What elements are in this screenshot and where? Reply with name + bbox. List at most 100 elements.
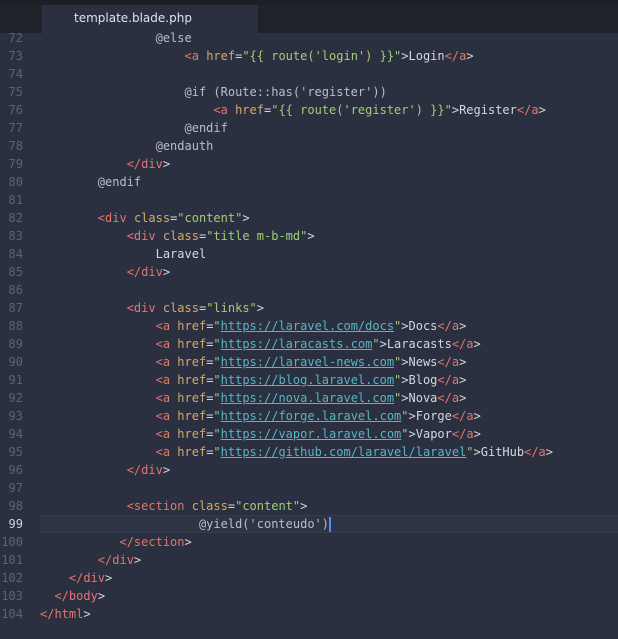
token-str: "content"	[235, 499, 301, 513]
token-tag: </a	[451, 337, 474, 351]
code-line[interactable]: 81	[0, 191, 618, 209]
token-attr: href	[177, 319, 207, 333]
line-code: <a href="https://vapor.laravel.com">Vapo…	[40, 425, 481, 443]
line-number: 73	[8, 49, 23, 63]
token-text: >	[256, 301, 265, 315]
token-url[interactable]: https://forge.laravel.com	[221, 409, 402, 423]
token-tag: </a	[451, 427, 474, 441]
code-line[interactable]: 86	[0, 281, 618, 299]
code-line[interactable]: 72 @else	[0, 29, 618, 47]
token-text: >	[459, 391, 467, 405]
token-text: >Register	[451, 103, 517, 117]
token-url[interactable]: https://blog.laravel.com	[221, 373, 394, 387]
line-number: 90	[8, 355, 23, 369]
token-str: "{{ route('login') }}"	[242, 49, 402, 63]
token-attr: href	[177, 427, 207, 441]
token-text: >Blog	[401, 373, 438, 387]
token-text: >	[133, 553, 142, 567]
code-line[interactable]: 76 <a href="{{ route('register') }}">Reg…	[0, 101, 618, 119]
line-code: @endif	[40, 119, 228, 137]
code-line[interactable]: 95 <a href="https://github.com/laravel/l…	[0, 443, 618, 461]
code-line[interactable]: 88 <a href="https://laravel.com/docs">Do…	[0, 317, 618, 335]
text-cursor	[329, 517, 331, 532]
token-text: >Forge	[408, 409, 452, 423]
token-url[interactable]: https://github.com/laravel/laravel	[221, 445, 467, 459]
token-url[interactable]: https://laravel.com/docs	[221, 319, 394, 333]
line-code: <a href="https://nova.laravel.com">Nova<…	[40, 389, 467, 407]
token-tag: <div	[97, 211, 127, 225]
code-line[interactable]: 100 </section>	[0, 533, 618, 551]
code-line[interactable]: 89 <a href="https://laracasts.com">Larac…	[0, 335, 618, 353]
line-code: <div class="title m-b-md">	[40, 227, 315, 245]
code-line[interactable]: 91 <a href="https://blog.laravel.com">Bl…	[0, 371, 618, 389]
line-number: 84	[8, 247, 23, 261]
token-tag: </a	[516, 103, 539, 117]
code-line[interactable]: 85 </div>	[0, 263, 618, 281]
code-line[interactable]: 90 <a href="https://laravel-news.com">Ne…	[0, 353, 618, 371]
code-line[interactable]: 98 <section class="content">	[0, 497, 618, 515]
line-number: 83	[8, 229, 23, 243]
code-line[interactable]: 82 <div class="content">	[0, 209, 618, 227]
token-attr: href	[177, 337, 207, 351]
token-text: >GitHub	[473, 445, 525, 459]
code-line[interactable]: 93 <a href="https://forge.laravel.com">F…	[0, 407, 618, 425]
token-attr: href	[177, 355, 207, 369]
code-line[interactable]: 73 <a href="{{ route('login') }}">Login<…	[0, 47, 618, 65]
token-str: "	[213, 337, 221, 351]
token-text: >	[300, 499, 308, 513]
token-url[interactable]: https://laravel-news.com	[221, 355, 394, 369]
code-line[interactable]: 102 </div>	[0, 569, 618, 587]
code-line[interactable]: 78 @endauth	[0, 137, 618, 155]
code-line[interactable]: 80 @endif	[0, 173, 618, 191]
line-number: 100	[1, 535, 23, 549]
code-line[interactable]: 79 </div>	[0, 155, 618, 173]
code-line[interactable]: 84 Laravel	[0, 245, 618, 263]
code-line[interactable]: 103 </body>	[0, 587, 618, 605]
code-line[interactable]: 83 <div class="title m-b-md">	[0, 227, 618, 245]
line-code: <div class="links">	[40, 299, 264, 317]
line-code: <a href="https://laravel-news.com">News<…	[40, 353, 467, 371]
code-line[interactable]: 74	[0, 65, 618, 83]
code-line[interactable]: 101 </div>	[0, 551, 618, 569]
line-code: <section class="content">	[40, 497, 308, 515]
token-str: "{{ route('register') }}"	[271, 103, 452, 117]
line-code: @yield('conteudo')	[40, 515, 331, 533]
token-tag: <a	[184, 49, 199, 63]
token-tag: </html	[40, 607, 84, 621]
code-line[interactable]: 87 <div class="links">	[0, 299, 618, 317]
token-url[interactable]: https://laracasts.com	[221, 337, 373, 351]
code-line[interactable]: 75 @if (Route::has('register'))	[0, 83, 618, 101]
line-code: <a href="https://github.com/laravel/lara…	[40, 443, 553, 461]
code-line-current[interactable]: 99 @yield('conteudo')	[0, 515, 618, 533]
token-tag: </a	[524, 445, 546, 459]
code-line[interactable]: 77 @endif	[0, 119, 618, 137]
token-url[interactable]: https://vapor.laravel.com	[221, 427, 402, 441]
token-tag: </body	[54, 589, 98, 603]
token-url[interactable]: https://nova.laravel.com	[221, 391, 394, 405]
code-line[interactable]: 96 </div>	[0, 461, 618, 479]
code-line[interactable]: 104 </html>	[0, 605, 618, 623]
token-text: >	[466, 49, 474, 63]
token-text: >	[473, 427, 481, 441]
code-line[interactable]: 92 <a href="https://nova.laravel.com">No…	[0, 389, 618, 407]
token-str: "	[401, 409, 409, 423]
code-line[interactable]: 94 <a href="https://vapor.laravel.com">V…	[0, 425, 618, 443]
code-line[interactable]: 97	[0, 479, 618, 497]
line-number: 102	[1, 571, 23, 585]
code-editor[interactable]: 72 @else 73 <a href = "{{ route('login') }}…	[0, 29, 618, 639]
token-str: "content"	[177, 211, 243, 225]
token-str: "	[213, 373, 221, 387]
token-text: >	[105, 571, 113, 585]
token-tag: </div	[126, 157, 163, 171]
